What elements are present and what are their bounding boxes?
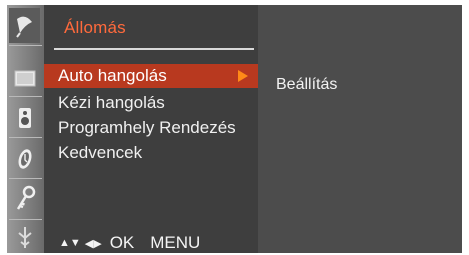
- sidebar-item-time[interactable]: [9, 141, 40, 176]
- menu-category-sidebar: [7, 5, 44, 253]
- sidebar-item-picture[interactable]: [9, 60, 40, 95]
- station-menu-panel: Állomás Auto hangolás Kézi hangolás Prog…: [44, 5, 258, 253]
- submenu-arrow-icon: [238, 70, 248, 82]
- sidebar-item-setup[interactable]: [9, 223, 40, 251]
- tv-osd-screen: Állomás Auto hangolás Kézi hangolás Prog…: [7, 5, 462, 253]
- sidebar-item-lock[interactable]: [9, 181, 40, 216]
- menu-item-label: Kedvencek: [58, 143, 143, 162]
- leftright-arrows-icon: ◀▶: [84, 237, 102, 250]
- menu-item-manual-tuning[interactable]: Kézi hangolás: [44, 91, 258, 115]
- menu-item-favourites[interactable]: Kedvencek: [44, 141, 258, 165]
- menu-item-auto-tuning[interactable]: Auto hangolás: [44, 64, 258, 88]
- antenna-icon: [17, 227, 32, 248]
- menu-item-label: Auto hangolás: [58, 66, 167, 85]
- menu-item-label: Programhely Rendezés: [58, 118, 236, 137]
- sidebar-item-audio[interactable]: [9, 100, 40, 135]
- navigation-hint-bar: ▲▼ ◀▶ OK MENU: [59, 233, 201, 252]
- menu-title: Állomás: [64, 18, 126, 37]
- sidebar-item-station[interactable]: [9, 8, 40, 43]
- updown-arrows-icon: ▲▼: [59, 237, 81, 249]
- submenu-item-setup[interactable]: Beállítás: [276, 76, 337, 94]
- ok-hint: OK: [109, 233, 135, 252]
- key-icon: [16, 185, 35, 210]
- submenu-panel: Beállítás: [258, 5, 462, 253]
- screen-icon: [14, 70, 35, 86]
- satellite-dish-icon: [15, 16, 32, 38]
- menu-hint: MENU: [150, 233, 201, 252]
- title-divider: [54, 48, 254, 50]
- menu-item-program-edit[interactable]: Programhely Rendezés: [44, 116, 258, 140]
- menu-item-label: Kézi hangolás: [58, 93, 165, 112]
- clock-icon: [18, 148, 31, 169]
- speaker-icon: [18, 107, 31, 128]
